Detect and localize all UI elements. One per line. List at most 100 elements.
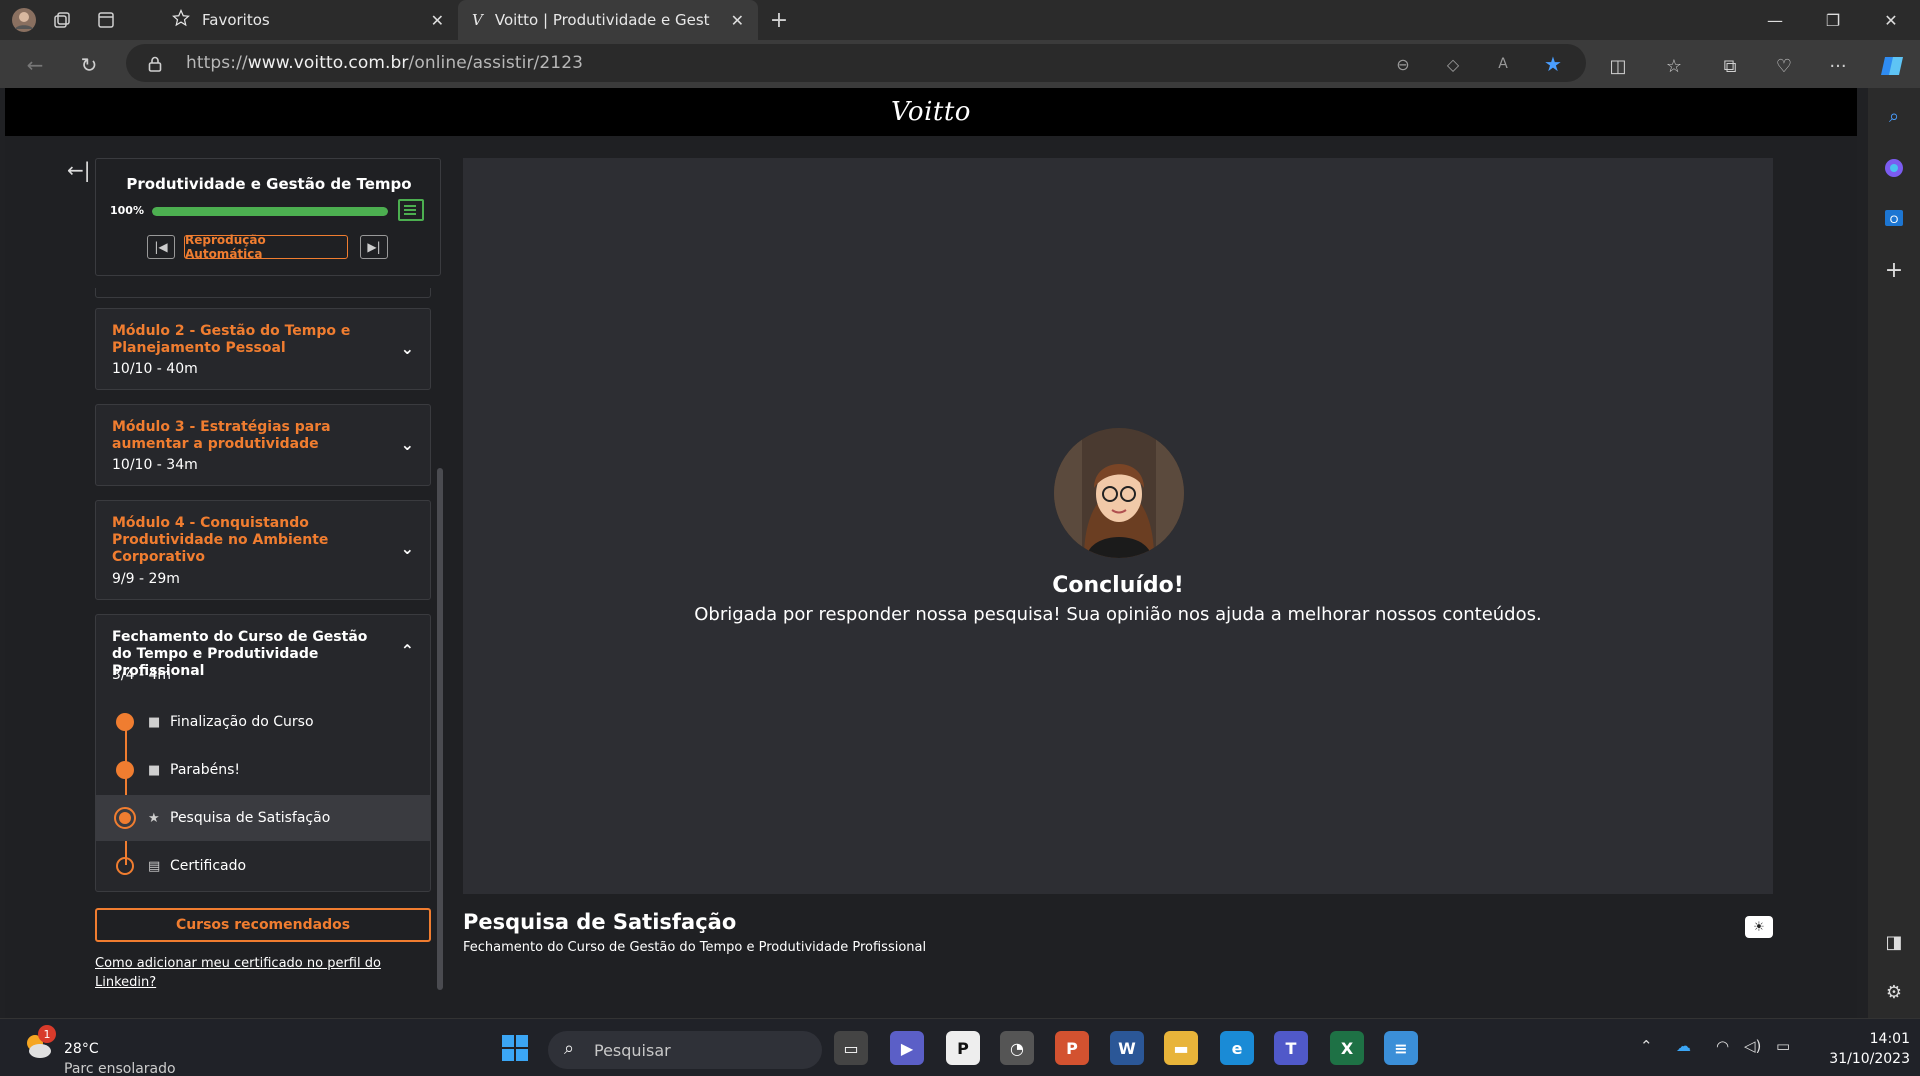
module-card[interactable]: Módulo 3 - Estratégias para aumentar a p… bbox=[95, 404, 431, 486]
powerpoint-icon[interactable]: P bbox=[1055, 1031, 1089, 1065]
module-meta: 10/10 - 34m bbox=[112, 457, 198, 473]
tab-label: Voitto | Produtividade e Gestão do Tempo bbox=[494, 11, 710, 29]
add-icon[interactable]: + bbox=[1880, 256, 1908, 284]
url-field[interactable]: https://www.voitto.com.br/online/assisti… bbox=[126, 44, 1586, 82]
recommended-courses-button[interactable]: Cursos recomendados bbox=[95, 908, 431, 942]
settings-gear-icon[interactable]: ⚙ bbox=[1880, 978, 1908, 1006]
clock-time: 14:01 bbox=[1869, 1031, 1910, 1047]
profile-avatar-icon[interactable] bbox=[10, 6, 38, 34]
close-window-icon[interactable]: ✕ bbox=[1864, 0, 1918, 40]
edge-sidebar: ⌕ O + ◨ ⚙ bbox=[1868, 88, 1920, 1018]
previous-lesson-button[interactable]: |◀ bbox=[147, 235, 175, 259]
lesson-label: Pesquisa de Satisfação bbox=[170, 810, 331, 826]
course-title: Produtividade e Gestão de Tempo bbox=[126, 175, 412, 193]
show-hidden-icons-icon[interactable]: ⌃ bbox=[1640, 1037, 1653, 1055]
chevron-down-icon[interactable]: ⌄ bbox=[401, 435, 414, 454]
onedrive-cloud-icon[interactable]: ☁ bbox=[1676, 1037, 1691, 1055]
clock-app-icon[interactable]: ◔ bbox=[1000, 1031, 1034, 1065]
taskbar-search-placeholder: Pesquisar bbox=[594, 1041, 671, 1060]
teams-icon[interactable]: T bbox=[1274, 1031, 1308, 1065]
voitto-logo[interactable]: Voitto bbox=[891, 97, 971, 127]
task-view-icon[interactable]: ▭ bbox=[834, 1031, 868, 1065]
tab-voitto[interactable]: V Voitto | Produtividade e Gestão do Tem… bbox=[458, 0, 758, 40]
excel-icon[interactable]: X bbox=[1330, 1031, 1364, 1065]
module-card[interactable]: Módulo 2 - Gestão do Tempo e Planejament… bbox=[95, 308, 431, 390]
p-app-icon[interactable]: P bbox=[946, 1031, 980, 1065]
search-icon[interactable]: ⌕ bbox=[1880, 102, 1908, 130]
copilot-sidebar-icon[interactable] bbox=[1880, 154, 1908, 182]
more-menu-icon[interactable]: ··· bbox=[1824, 52, 1852, 80]
current-lesson-title: Pesquisa de Satisfação bbox=[463, 910, 737, 934]
teams-meet-icon[interactable]: ▶ bbox=[890, 1031, 924, 1065]
voitto-favicon-icon: V bbox=[472, 11, 483, 29]
coupon-tag-icon[interactable]: ◇ bbox=[1442, 53, 1464, 75]
minimize-icon[interactable]: — bbox=[1748, 0, 1802, 40]
close-tab-icon[interactable]: ✕ bbox=[731, 11, 744, 30]
video-icon: ■ bbox=[148, 762, 161, 778]
weather-widget[interactable]: 1 28°C Parc ensolarado bbox=[22, 1025, 176, 1076]
taskbar-search[interactable]: ⌕ Pesquisar bbox=[548, 1031, 822, 1069]
wifi-icon[interactable]: ◠ bbox=[1716, 1037, 1729, 1055]
lesson-item[interactable]: ▤ Certificado bbox=[96, 843, 430, 889]
site-header: Voitto bbox=[5, 88, 1857, 136]
hide-sidebar-icon[interactable]: ◨ bbox=[1880, 928, 1908, 956]
module-card[interactable]: Módulo 4 - Conquistando Produtividade no… bbox=[95, 500, 431, 600]
browser-tab-strip: Favoritos ✕ V Voitto | Produtividade e G… bbox=[0, 0, 1920, 40]
weather-description: Parc ensolarado bbox=[64, 1061, 176, 1076]
collections-icon[interactable]: ⧉ bbox=[1716, 52, 1744, 80]
browser-essentials-icon[interactable]: ♡ bbox=[1770, 52, 1798, 80]
outlook-icon[interactable]: O bbox=[1880, 204, 1908, 232]
module-list-scrollbar[interactable] bbox=[437, 468, 443, 990]
favorite-star-icon[interactable]: ★ bbox=[1542, 52, 1564, 76]
copilot-icon[interactable] bbox=[1878, 52, 1906, 80]
lesson-complete-dot bbox=[116, 761, 134, 779]
tab-actions-icon[interactable] bbox=[92, 6, 120, 34]
new-tab-icon[interactable]: + bbox=[765, 6, 793, 34]
linkedin-help-link[interactable]: Como adicionar meu certificado no perfil… bbox=[95, 954, 415, 992]
autoplay-button[interactable]: Reprodução Automática bbox=[184, 233, 348, 261]
word-icon[interactable]: W bbox=[1110, 1031, 1144, 1065]
theme-toggle-button[interactable]: ☀ bbox=[1745, 916, 1773, 938]
tab-favoritos[interactable]: Favoritos ✕ bbox=[158, 0, 458, 40]
clock-date: 31/10/2023 bbox=[1829, 1051, 1910, 1067]
reload-icon[interactable]: ↻ bbox=[74, 50, 104, 80]
chevron-down-icon[interactable]: ⌄ bbox=[401, 539, 414, 558]
restore-icon[interactable]: ❐ bbox=[1806, 0, 1860, 40]
module-list: Módulo 2 - Gestão do Tempo e Planejament… bbox=[95, 288, 441, 988]
certificate-icon[interactable] bbox=[398, 199, 424, 221]
notepad-icon[interactable]: ≡ bbox=[1384, 1031, 1418, 1065]
file-explorer-icon[interactable]: ▬ bbox=[1164, 1031, 1198, 1065]
favorites-icon[interactable]: ☆ bbox=[1660, 52, 1688, 80]
battery-icon[interactable]: ▭ bbox=[1776, 1037, 1790, 1055]
back-arrow-icon[interactable]: ← bbox=[20, 50, 50, 80]
module-card-partial bbox=[95, 288, 431, 298]
lesson-item[interactable]: ■ Finalização do Curso bbox=[96, 699, 430, 745]
split-screen-icon[interactable]: ◫ bbox=[1604, 52, 1632, 80]
windows-start-icon[interactable] bbox=[498, 1031, 532, 1065]
current-lesson-module: Fechamento do Curso de Gestão do Tempo e… bbox=[463, 940, 927, 955]
svg-text:O: O bbox=[1890, 214, 1899, 226]
lesson-item-active[interactable]: ★ Pesquisa de Satisfação bbox=[96, 795, 430, 841]
lesson-item[interactable]: ■ Parabéns! bbox=[96, 747, 430, 793]
lesson-complete-dot bbox=[116, 713, 134, 731]
star-icon bbox=[172, 8, 190, 31]
module-card-expanded[interactable]: Fechamento do Curso de Gestão do Tempo e… bbox=[95, 614, 431, 892]
read-aloud-icon[interactable]: A bbox=[1492, 53, 1514, 75]
notification-badge: 1 bbox=[38, 1025, 56, 1043]
progress-bar bbox=[152, 207, 388, 216]
web-page: Voitto ←| Produtividade e Gestão de Temp… bbox=[5, 88, 1857, 1018]
lesson-content-panel: Concluído! Obrigada por responder nossa … bbox=[463, 158, 1773, 894]
collapse-panel-icon[interactable]: ←| bbox=[67, 158, 91, 182]
next-lesson-button[interactable]: ▶| bbox=[360, 235, 388, 259]
system-clock[interactable]: 14:01 31/10/2023 bbox=[1810, 1029, 1910, 1069]
volume-icon[interactable]: ◁) bbox=[1744, 1037, 1761, 1055]
edge-browser-icon[interactable]: e bbox=[1220, 1031, 1254, 1065]
instructor-avatar bbox=[1054, 428, 1184, 558]
zoom-out-icon[interactable]: ⊖ bbox=[1392, 53, 1414, 75]
chevron-down-icon[interactable]: ⌄ bbox=[401, 339, 414, 358]
lock-icon bbox=[144, 53, 166, 75]
address-bar-row: ← ↻ https://www.voitto.com.br/online/ass… bbox=[0, 40, 1920, 88]
close-tab-icon[interactable]: ✕ bbox=[431, 11, 444, 30]
chevron-up-icon[interactable]: ⌃ bbox=[401, 641, 414, 660]
workspaces-icon[interactable] bbox=[48, 6, 76, 34]
